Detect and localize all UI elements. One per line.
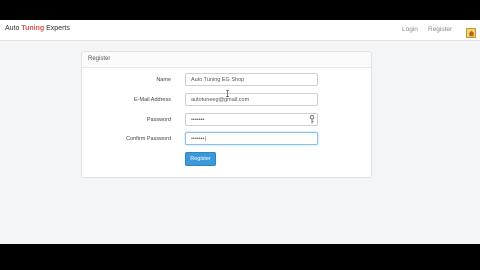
register-card: Register Name Auto Tuning EG Shop E-Mail… bbox=[81, 51, 372, 178]
register-button[interactable]: Register bbox=[185, 152, 216, 166]
login-link[interactable]: Login bbox=[402, 26, 418, 33]
name-label: Name bbox=[156, 77, 171, 83]
email-input[interactable]: autotuneeg@gmail.com bbox=[185, 93, 318, 106]
brand-suffix: Experts bbox=[44, 25, 70, 32]
register-link[interactable]: Register bbox=[428, 26, 452, 33]
name-row: Name Auto Tuning EG Shop bbox=[82, 73, 371, 87]
home-icon[interactable] bbox=[466, 28, 476, 38]
password-row: Password ••••••• bbox=[82, 113, 371, 127]
confirm-password-input[interactable]: •••••••| bbox=[185, 132, 318, 145]
brand-prefix: Auto bbox=[5, 25, 22, 32]
text-cursor-icon bbox=[226, 90, 229, 97]
card-header: Register bbox=[82, 52, 371, 68]
brand-logo[interactable]: Auto Tuning Experts bbox=[5, 25, 70, 32]
confirm-password-row: Confirm Password •••••••| bbox=[82, 132, 371, 146]
key-icon[interactable] bbox=[309, 115, 315, 124]
top-navbar: Auto Tuning Experts Login Register bbox=[0, 20, 480, 41]
password-label: Password bbox=[146, 117, 171, 123]
name-input[interactable]: Auto Tuning EG Shop bbox=[185, 73, 318, 86]
password-input[interactable]: ••••••• bbox=[185, 113, 318, 126]
email-label: E-Mail Address bbox=[134, 97, 171, 103]
brand-accent: Tuning bbox=[21, 25, 45, 32]
confirm-password-label: Confirm Password bbox=[126, 136, 171, 142]
